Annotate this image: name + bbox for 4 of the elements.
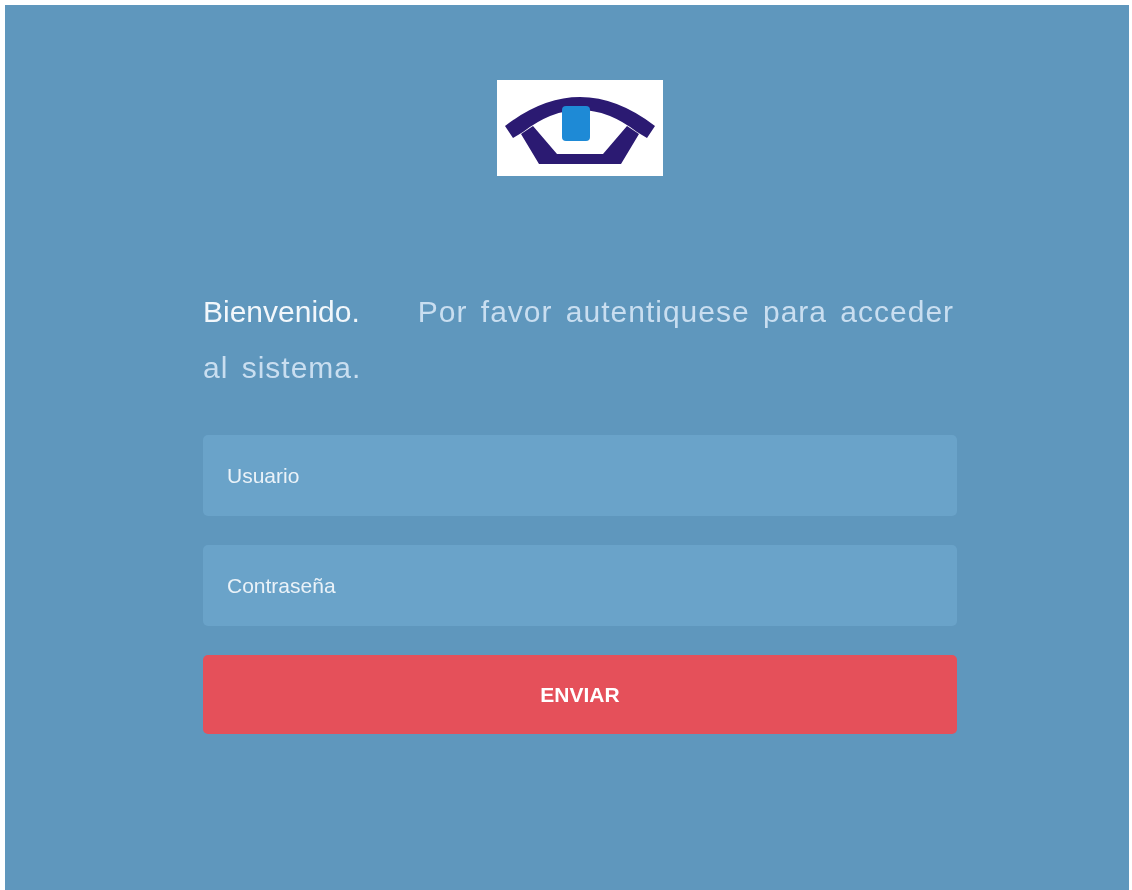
username-field[interactable]: Usuario (203, 435, 957, 516)
password-field[interactable]: Contraseña (203, 545, 957, 626)
submit-button[interactable]: ENVIAR (203, 655, 957, 734)
welcome-message: Bienvenido. Por favor autentiquese para acceder al sistema. (203, 294, 956, 386)
